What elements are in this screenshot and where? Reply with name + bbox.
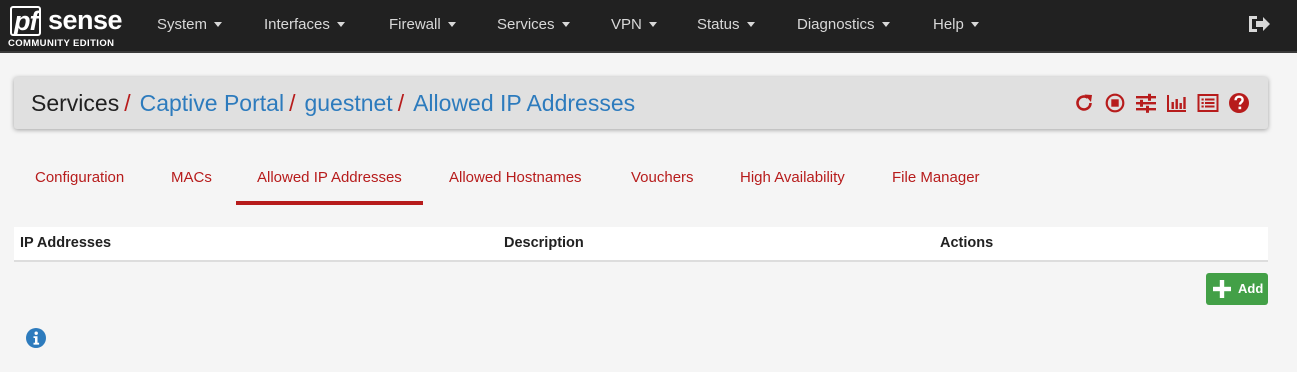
breadcrumb-zone[interactable]: guestnet [304, 90, 392, 116]
breadcrumb: Services / Captive Portal / guestnet / Allowed… [31, 77, 635, 129]
nav-system[interactable]: System [157, 0, 223, 50]
caret-down-icon [746, 21, 755, 27]
caret-down-icon [970, 21, 979, 27]
nav-label: VPN [611, 16, 642, 33]
caret-down-icon [648, 21, 657, 27]
add-button-label: Add [1238, 281, 1264, 296]
caret-down-icon [561, 21, 570, 27]
list-log-icon[interactable] [1197, 92, 1219, 114]
tab-high-availability[interactable]: High Availability [719, 155, 866, 201]
brand-edition: COMMUNITY EDITION [8, 38, 115, 49]
nav-services[interactable]: Services [497, 0, 570, 50]
breadcrumb-current[interactable]: Allowed IP Addresses [413, 90, 635, 116]
plus-icon [1213, 280, 1231, 298]
caret-down-icon [447, 21, 456, 27]
restart-icon[interactable] [1073, 92, 1095, 114]
breadcrumb-shortcuts [1073, 92, 1250, 114]
info-circle-icon[interactable] [25, 327, 47, 349]
tab-configuration[interactable]: Configuration [14, 155, 145, 201]
tab-file-manager[interactable]: File Manager [871, 155, 1001, 201]
stop-icon[interactable] [1104, 92, 1126, 114]
breadcrumb-root: Services [31, 90, 120, 116]
column-header-actions: Actions [940, 235, 994, 251]
nav-firewall[interactable]: Firewall [389, 0, 456, 50]
brand-pf: pf [10, 6, 42, 36]
add-button[interactable]: Add [1206, 273, 1268, 305]
breadcrumb-separator: / [397, 90, 405, 116]
tab-allowed-ip-addresses[interactable]: Allowed IP Addresses [236, 155, 423, 205]
breadcrumb-separator: / [289, 90, 296, 116]
tab-vouchers[interactable]: Vouchers [610, 155, 715, 201]
nav-diagnostics[interactable]: Diagnostics [797, 0, 890, 50]
caret-down-icon [881, 21, 890, 27]
nav-label: Services [497, 16, 555, 33]
caret-down-icon [336, 21, 345, 27]
nav-label: Status [697, 16, 740, 33]
breadcrumb-separator: / [124, 90, 131, 116]
caret-down-icon [214, 21, 223, 27]
nav-label: Interfaces [264, 16, 330, 33]
breadcrumb-captive-portal[interactable]: Captive Portal [140, 90, 284, 116]
tab-macs[interactable]: MACs [150, 155, 233, 201]
nav-interfaces[interactable]: Interfaces [264, 0, 345, 50]
brand-sense: sense [48, 5, 123, 35]
bar-chart-icon[interactable] [1166, 92, 1188, 114]
breadcrumb-panel: Services / Captive Portal / guestnet / Allowed… [14, 77, 1268, 129]
column-header-description[interactable]: Description [504, 227, 584, 260]
help-icon[interactable] [1228, 92, 1250, 114]
nav-label: Help [933, 16, 964, 33]
nav-status[interactable]: Status [697, 0, 755, 50]
pfsense-logo[interactable]: pf sense COMMUNITY EDITION [8, 6, 128, 50]
nav-help[interactable]: Help [933, 0, 979, 50]
nav-label: Diagnostics [797, 16, 875, 33]
allowed-ip-table: IP Addresses Description Actions [14, 227, 1268, 262]
settings-sliders-icon[interactable] [1135, 92, 1157, 114]
nav-label: System [157, 16, 208, 33]
nav-vpn[interactable]: VPN [611, 0, 657, 50]
nav-label: Firewall [389, 16, 441, 33]
sign-out-icon[interactable] [1247, 14, 1271, 34]
tab-allowed-hostnames[interactable]: Allowed Hostnames [428, 155, 603, 201]
top-navbar: pf sense COMMUNITY EDITION System Interf… [0, 0, 1297, 53]
column-header-ip-addresses[interactable]: IP Addresses [20, 227, 111, 260]
